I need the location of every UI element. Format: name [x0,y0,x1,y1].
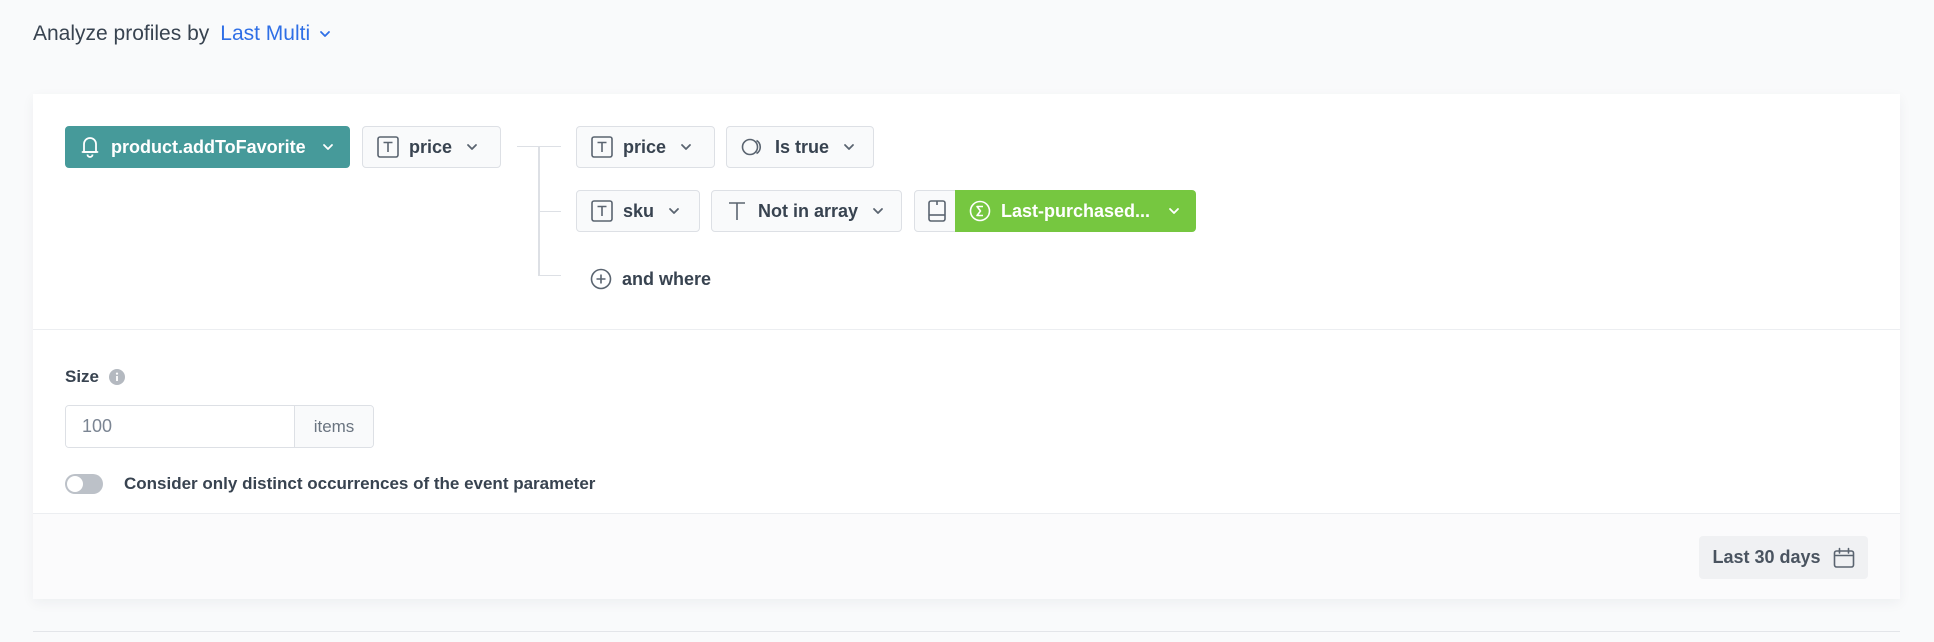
tree-connector [538,211,561,212]
size-input[interactable] [66,406,295,447]
condition-operator-name: Is true [775,136,830,157]
date-range-label: Last 30 days [1712,547,1821,567]
page-title: Analyze profiles by [33,22,210,45]
event-parameter-selector[interactable]: price [362,126,501,168]
size-field: items [65,405,374,448]
distinct-toggle[interactable] [65,474,103,494]
page-header: Analyze profiles by Last Multi [33,22,331,46]
condition-operator-selector[interactable]: Not in array [711,190,902,232]
event-name: product.addToFavorite [111,136,306,157]
add-condition-label: and where [622,268,712,289]
tree-connector [538,275,561,276]
chevron-down-icon [681,144,691,150]
chevron-down-icon [467,144,477,150]
chevron-down-icon [669,208,679,214]
condition-parameter-selector[interactable]: sku [576,190,700,232]
chevron-down-icon [322,144,333,150]
analysis-card: product.addToFavorite price price Is tru… [33,94,1900,599]
toggle-knob [67,476,83,492]
boolean-toggle-icon [741,138,761,156]
chevron-down-icon [844,144,854,150]
text-t-icon [729,202,745,220]
catalog-book-icon [928,200,946,222]
analyze-by-value: Last Multi [220,22,311,45]
bell-icon [81,137,99,158]
condition-operator-selector[interactable]: Is true [726,126,874,168]
chevron-down-icon [873,208,883,214]
analyze-by-selector[interactable]: Last Multi [220,22,331,46]
chevron-down-icon [320,31,331,37]
info-icon[interactable] [109,369,126,385]
filter-builder: product.addToFavorite price price Is tru… [33,94,1900,330]
size-suffix: items [295,406,373,447]
add-condition-button[interactable]: and where [590,264,711,294]
size-label-text: Size [65,367,100,386]
date-range-button[interactable]: Last 30 days [1699,536,1868,579]
sigma-icon [969,200,991,222]
condition-parameter-selector[interactable]: price [576,126,715,168]
condition-parameter-name: price [623,136,667,157]
condition-parameter-name: sku [623,200,655,221]
aggregate-value-selector[interactable]: Last-purchased... [955,190,1196,232]
calendar-icon [1833,547,1854,568]
event-parameter-name: price [409,136,453,157]
size-label: Size [65,367,126,387]
distinct-toggle-label: Consider only distinct occurrences of th… [124,474,596,493]
card-footer: Last 30 days [33,513,1900,599]
aggregate-value-name: Last-purchased... [1001,200,1151,221]
event-selector[interactable]: product.addToFavorite [65,126,350,168]
distinct-toggle-row: Consider only distinct occurrences of th… [65,474,595,494]
value-type-selector[interactable] [914,190,959,232]
chevron-down-icon [1169,208,1179,214]
plus-circle-icon [590,268,612,290]
section-divider [33,631,1900,632]
text-type-icon [591,200,613,222]
text-type-icon [377,136,399,158]
text-type-icon [591,136,613,158]
condition-operator-name: Not in array [758,200,859,221]
